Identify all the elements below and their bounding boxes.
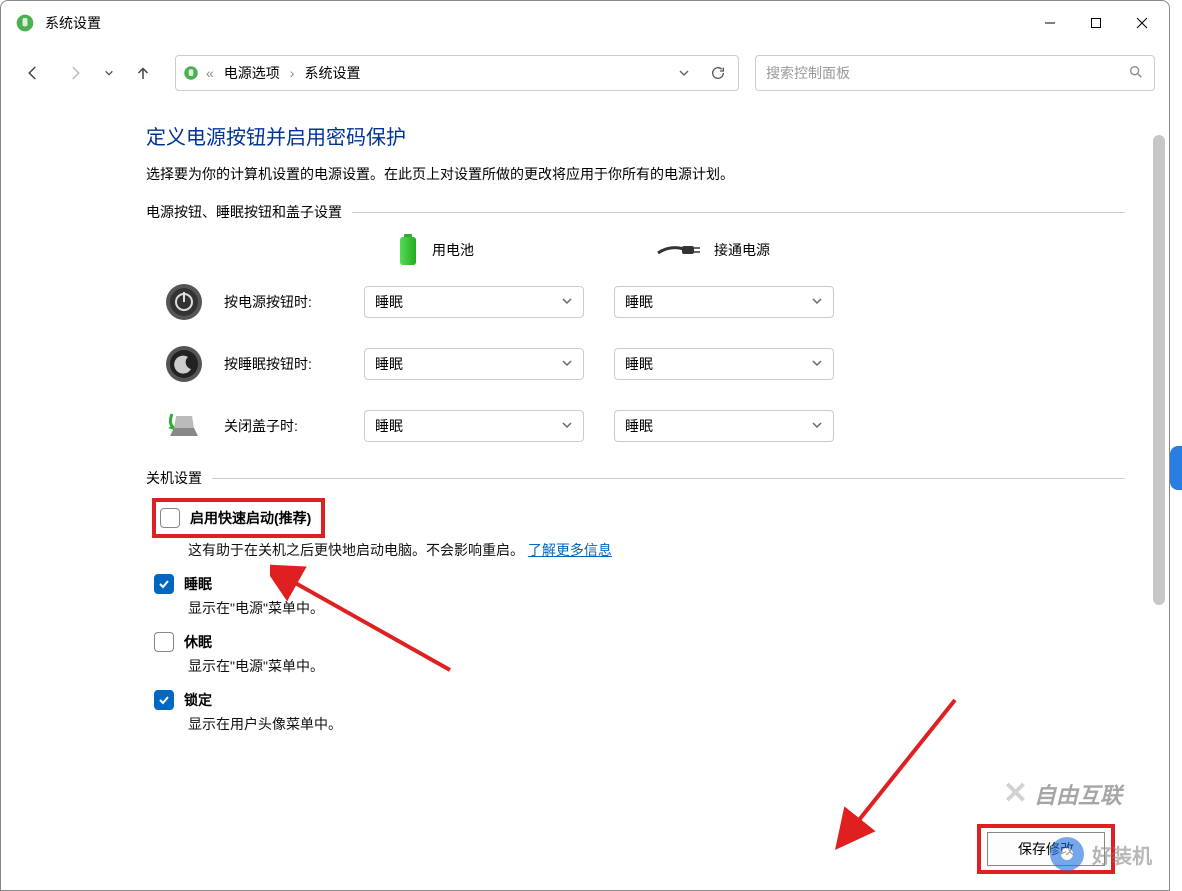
sleep-button-icon <box>164 344 204 384</box>
location-icon <box>182 64 200 82</box>
fast-startup-desc: 这有助于在关机之后更快地启动电脑。不会影响重启。 <box>188 542 524 558</box>
hibernate-checkbox[interactable] <box>154 632 174 652</box>
chevron-down-icon <box>561 294 573 310</box>
breadcrumb-parent[interactable]: 电源选项 <box>220 61 284 85</box>
sleep-label: 睡眠 <box>184 574 212 594</box>
chevron-down-icon <box>561 356 573 372</box>
lid-label: 关闭盖子时: <box>224 416 364 436</box>
lock-label: 锁定 <box>184 690 212 710</box>
chevron-down-icon <box>811 356 823 372</box>
up-button[interactable] <box>125 55 161 91</box>
sleep-checkbox[interactable] <box>154 574 174 594</box>
minimize-button[interactable] <box>1027 8 1073 38</box>
power-button-label: 按电源按钮时: <box>224 292 364 312</box>
breadcrumb-current[interactable]: 系统设置 <box>300 61 364 85</box>
sleep-button-label: 按睡眠按钮时: <box>224 354 364 374</box>
battery-icon <box>396 232 420 268</box>
recent-locations-button[interactable] <box>99 55 119 91</box>
sleep-button-plugged-dropdown[interactable]: 睡眠 <box>614 348 834 380</box>
watermark-2: 好装机 <box>1050 837 1152 871</box>
sleep-button-battery-dropdown[interactable]: 睡眠 <box>364 348 584 380</box>
hibernate-label: 休眠 <box>184 632 212 652</box>
lock-desc: 显示在用户头像菜单中。 <box>188 714 1125 734</box>
lid-icon <box>164 406 204 446</box>
search-box[interactable] <box>755 55 1155 91</box>
learn-more-link[interactable]: 了解更多信息 <box>528 542 612 558</box>
sleep-desc: 显示在"电源"菜单中。 <box>188 598 1125 618</box>
column-battery-label: 用电池 <box>432 240 474 260</box>
lid-plugged-dropdown[interactable]: 睡眠 <box>614 410 834 442</box>
watermark-1: ✕自由互联 <box>1003 776 1122 811</box>
lock-checkbox[interactable] <box>154 690 174 710</box>
browser-extension-bubble[interactable] <box>1170 446 1182 490</box>
refresh-button[interactable] <box>704 59 732 87</box>
fast-startup-checkbox[interactable] <box>160 508 180 528</box>
buttons-section-label: 电源按钮、睡眠按钮和盖子设置 <box>146 202 342 222</box>
plug-icon <box>656 241 702 259</box>
breadcrumb-prefix: « <box>206 65 214 81</box>
chevron-down-icon <box>561 418 573 434</box>
app-icon <box>15 13 35 33</box>
chevron-down-icon <box>811 294 823 310</box>
history-dropdown-button[interactable] <box>670 59 698 87</box>
chevron-down-icon <box>811 418 823 434</box>
back-button[interactable] <box>15 55 51 91</box>
power-button-plugged-dropdown[interactable]: 睡眠 <box>614 286 834 318</box>
annotation-highlight-fast-startup: 启用快速启动(推荐) <box>152 498 325 538</box>
forward-button[interactable] <box>57 55 93 91</box>
divider <box>352 212 1125 213</box>
lid-battery-dropdown[interactable]: 睡眠 <box>364 410 584 442</box>
search-icon[interactable] <box>1128 64 1144 83</box>
address-bar[interactable]: « 电源选项 › 系统设置 <box>175 55 739 91</box>
window-title: 系统设置 <box>45 13 101 33</box>
maximize-button[interactable] <box>1073 8 1119 38</box>
chevron-right-icon: › <box>290 65 295 81</box>
page-title: 定义电源按钮并启用密码保护 <box>146 121 1125 150</box>
column-plugged-label: 接通电源 <box>714 240 770 260</box>
vertical-scrollbar[interactable] <box>1153 135 1165 855</box>
power-button-battery-dropdown[interactable]: 睡眠 <box>364 286 584 318</box>
search-input[interactable] <box>766 65 1128 81</box>
hibernate-desc: 显示在"电源"菜单中。 <box>188 656 1125 676</box>
close-button[interactable] <box>1119 8 1165 38</box>
fast-startup-label: 启用快速启动(推荐) <box>190 508 311 528</box>
page-description: 选择要为你的计算机设置的电源设置。在此页上对设置所做的更改将应用于你所有的电源计… <box>146 164 1125 184</box>
shutdown-section-label: 关机设置 <box>146 468 202 488</box>
power-button-icon <box>164 282 204 322</box>
scrollbar-thumb[interactable] <box>1153 135 1165 605</box>
divider <box>212 478 1125 479</box>
